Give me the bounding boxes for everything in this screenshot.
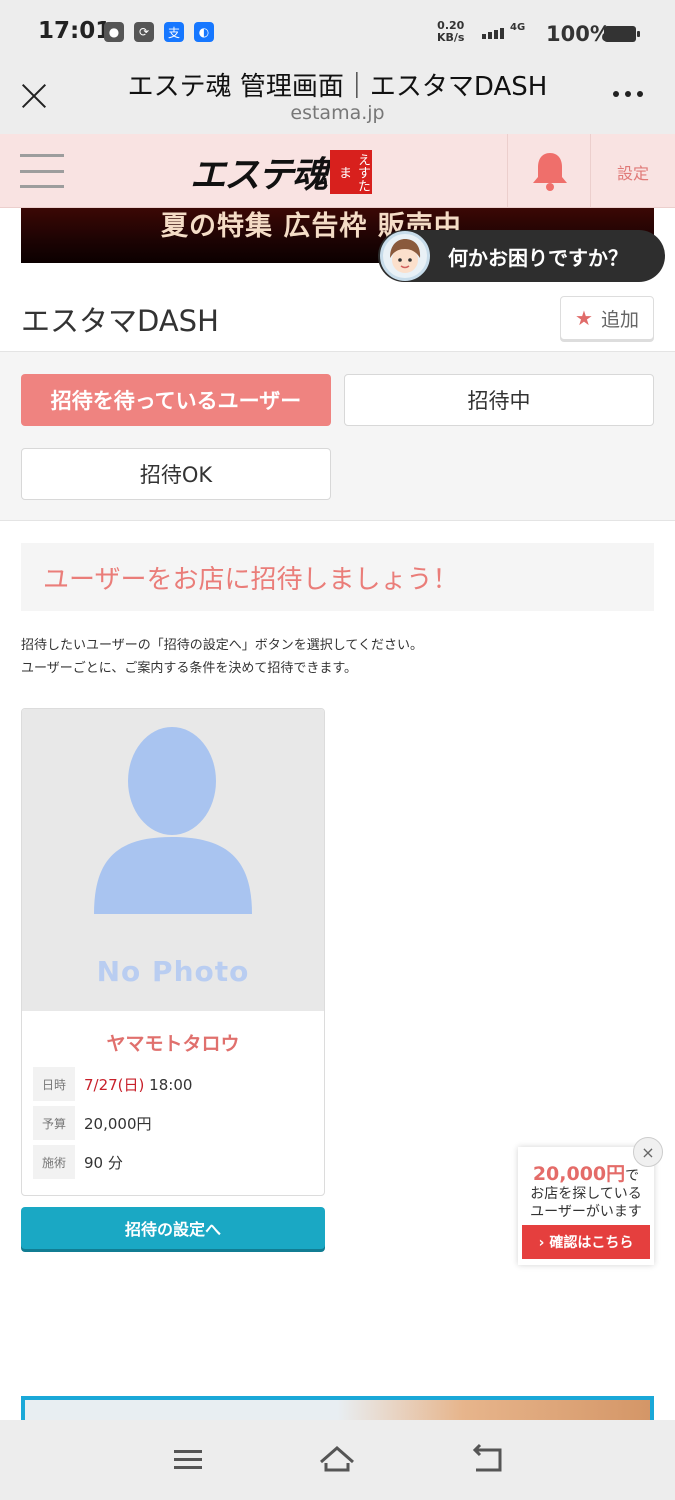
network-speed: 0.20 KB/s: [437, 20, 464, 44]
bell-icon: [533, 153, 567, 191]
invite-heading: ユーザーをお店に招待しましょう！: [43, 565, 459, 595]
browser-title: エステ魂 管理画面｜エスタマDASH: [127, 72, 548, 102]
side-promo[interactable]: 20,000円で お店を探している ユーザーがいます › 確認はこちら: [518, 1147, 654, 1265]
promo-line-2: ユーザーがいます: [530, 1204, 642, 1220]
tab-area: 招待を待っているユーザー 招待中 招待OK: [0, 351, 675, 521]
course-value: 90 分: [84, 1154, 123, 1172]
no-photo-text: No Photo: [96, 955, 250, 988]
user-photo: No Photo: [22, 709, 324, 1011]
promo-confirm-button[interactable]: › 確認はこちら: [522, 1225, 650, 1259]
invite-settings-button[interactable]: 招待の設定へ: [21, 1207, 325, 1249]
promo-text: お店を探している ユーザーがいます: [518, 1185, 654, 1221]
recent-apps-icon[interactable]: [170, 1442, 206, 1478]
browser-domain: estama.jp: [290, 102, 385, 124]
help-chat-button[interactable]: 何かお困りですか？: [378, 230, 665, 282]
wechat-icon: ●: [104, 22, 124, 42]
sync-icon: ⟳: [134, 22, 154, 42]
logo-stamp: えすたま: [330, 150, 373, 194]
settings-link[interactable]: 設定: [600, 160, 666, 184]
tab-waiting-users[interactable]: 招待を待っているユーザー: [21, 374, 331, 426]
site-header: エステ魂 えすたま 設定: [0, 134, 675, 208]
invite-heading-box: ユーザーをお店に招待しましょう！: [21, 543, 654, 611]
tab-inviting[interactable]: 招待中: [344, 374, 654, 426]
add-favorite-button[interactable]: ★ 追加: [560, 296, 654, 340]
status-time: 17:01: [38, 18, 112, 44]
date: 7/27(日): [84, 1076, 145, 1094]
menu-icon[interactable]: [20, 154, 64, 188]
assistant-avatar: [380, 231, 430, 281]
budget-value: 20,000円: [84, 1115, 152, 1133]
logo-text: エステ魂: [190, 154, 328, 196]
promo-amount-suffix: で: [625, 1168, 640, 1184]
course-label: 施術: [33, 1145, 75, 1179]
budget-label: 予算: [33, 1106, 75, 1140]
add-label: 追加: [600, 308, 639, 331]
info-row-date: 日時 7/27(日) 18:00: [33, 1067, 315, 1101]
user-silhouette-icon: [94, 727, 252, 914]
network-type: 4G: [510, 22, 526, 33]
date-value: 7/27(日) 18:00: [84, 1074, 192, 1095]
help-text: 何かお困りですか？: [448, 246, 628, 270]
user-name[interactable]: ヤマモトタロウ: [22, 1029, 324, 1056]
status-bar: 17:01 ● ⟳ 支 ◐ 0.20 KB/s 4G 100%: [0, 0, 675, 66]
site-logo[interactable]: エステ魂 えすたま: [190, 144, 373, 200]
info-row-course: 施術 90 分: [33, 1145, 315, 1179]
invite-description: 招待したいユーザーの「招待の設定へ」ボタンを選択してください。 ユーザーごとに、…: [21, 634, 423, 680]
signal-icon: [482, 28, 504, 39]
star-icon: ★: [575, 306, 593, 330]
battery-icon: [604, 26, 640, 42]
notification-button[interactable]: [507, 134, 591, 207]
user-card: No Photo ヤマモトタロウ 日時 7/27(日) 18:00 予算 20,…: [21, 708, 325, 1196]
more-options-icon[interactable]: [613, 91, 643, 97]
time: 18:00: [149, 1076, 193, 1094]
page-title: エスタマDASH: [21, 304, 219, 338]
home-icon[interactable]: [319, 1442, 355, 1478]
description-line-2: ユーザーごとに、ご案内する条件を決めて招待できます。: [21, 661, 358, 676]
tab-invite-ok[interactable]: 招待OK: [21, 448, 331, 500]
promo-amount: 20,000円: [532, 1163, 626, 1185]
notification-icons: ● ⟳ 支 ◐: [104, 22, 214, 42]
system-nav-bar: [0, 1420, 675, 1500]
promo-close-icon[interactable]: ×: [633, 1137, 663, 1167]
app-icon: ◐: [194, 22, 214, 42]
date-label: 日時: [33, 1067, 75, 1101]
description-line-1: 招待したいユーザーの「招待の設定へ」ボタンを選択してください。: [21, 638, 423, 653]
speed-unit: KB/s: [437, 31, 465, 44]
alipay-icon: 支: [164, 22, 184, 42]
promo-line-1: お店を探している: [530, 1186, 642, 1202]
battery-level: 100%: [546, 22, 611, 46]
info-row-budget: 予算 20,000円: [33, 1106, 315, 1140]
back-icon[interactable]: [470, 1442, 506, 1478]
browser-header: エステ魂 管理画面｜エスタマDASH estama.jp: [0, 66, 675, 134]
promo-amount-line: 20,000円で: [518, 1159, 654, 1186]
